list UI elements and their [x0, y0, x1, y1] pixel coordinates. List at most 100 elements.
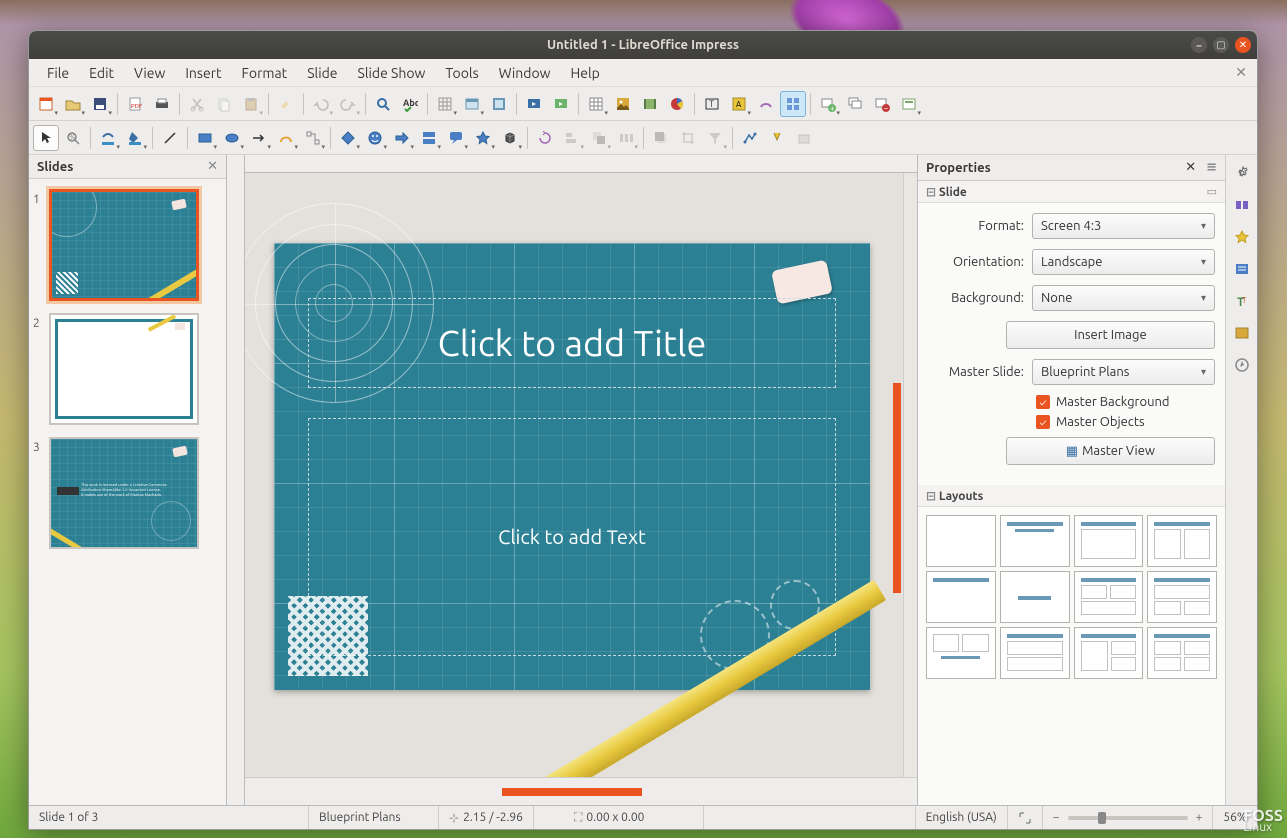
layout-title-content-2[interactable]	[1074, 515, 1144, 567]
slide-thumb-1[interactable]	[49, 189, 199, 301]
layout-title-content[interactable]	[1000, 515, 1070, 567]
menu-file[interactable]: File	[37, 61, 79, 85]
zoom-in-icon[interactable]: +	[1196, 811, 1203, 824]
points-tool[interactable]	[737, 125, 763, 151]
3d-objects-tool[interactable]	[497, 125, 523, 151]
open-button[interactable]	[60, 91, 86, 117]
flowchart-tool[interactable]	[416, 125, 442, 151]
line-tool[interactable]	[157, 125, 183, 151]
menu-window[interactable]: Window	[489, 61, 561, 85]
find-replace-button[interactable]	[370, 91, 396, 117]
callout-tool[interactable]	[443, 125, 469, 151]
insert-image-button[interactable]	[610, 91, 636, 117]
print-button[interactable]	[149, 91, 175, 117]
normal-view-tab[interactable]	[502, 788, 642, 796]
zoom-control[interactable]: − +	[1043, 806, 1214, 829]
basic-shapes-tool[interactable]	[335, 125, 361, 151]
tab-master-slides-icon[interactable]	[1230, 257, 1254, 281]
slide-canvas[interactable]: Click to add Title Click to add Text	[274, 243, 870, 690]
slide-thumb-2[interactable]	[49, 313, 199, 425]
crop-tool[interactable]	[675, 125, 701, 151]
tab-properties-icon[interactable]	[1230, 161, 1254, 185]
insert-hyperlink-button[interactable]	[780, 91, 806, 117]
sidebar-menu-icon[interactable]: ≡	[1206, 160, 1217, 175]
slide-section-more[interactable]: ▭	[1207, 185, 1217, 198]
master-slide-button[interactable]	[486, 91, 512, 117]
window-close-button[interactable]: ✕	[1235, 37, 1251, 53]
layout-two-content[interactable]	[1147, 515, 1217, 567]
zoom-slider[interactable]	[1068, 816, 1188, 820]
menu-tools[interactable]: Tools	[435, 61, 488, 85]
fit-slide-button[interactable]	[1008, 806, 1043, 829]
curve-tool[interactable]	[273, 125, 299, 151]
undo-button[interactable]	[308, 91, 334, 117]
title-placeholder[interactable]: Click to add Title	[308, 298, 836, 388]
new-slide-button[interactable]: +	[815, 91, 841, 117]
display-views-button[interactable]	[459, 91, 485, 117]
menu-help[interactable]: Help	[561, 61, 610, 85]
tab-gallery-icon[interactable]	[1230, 321, 1254, 345]
start-from-current-button[interactable]	[548, 91, 574, 117]
layout-content-2[interactable]	[1147, 571, 1217, 623]
arrange-tool[interactable]	[586, 125, 612, 151]
paste-button[interactable]	[238, 91, 264, 117]
tab-slide-transition-icon[interactable]	[1230, 193, 1254, 217]
layout-blank[interactable]	[926, 515, 996, 567]
slides-panel-close[interactable]: ✕	[207, 159, 218, 174]
horizontal-ruler[interactable]	[237, 155, 917, 173]
insert-chart-button[interactable]	[664, 91, 690, 117]
layout-12[interactable]	[1147, 627, 1217, 679]
filter-tool[interactable]	[702, 125, 728, 151]
redo-button[interactable]	[335, 91, 361, 117]
master-view-button[interactable]: ▦Master View	[1006, 437, 1215, 465]
format-select[interactable]: Screen 4:3	[1032, 213, 1215, 239]
select-tool[interactable]	[33, 125, 59, 151]
insert-av-button[interactable]	[637, 91, 663, 117]
connector-tool[interactable]	[300, 125, 326, 151]
ellipse-tool[interactable]	[219, 125, 245, 151]
duplicate-slide-button[interactable]	[842, 91, 868, 117]
menu-insert[interactable]: Insert	[175, 61, 231, 85]
orientation-select[interactable]: Landscape	[1032, 249, 1215, 275]
copy-button[interactable]	[211, 91, 237, 117]
tab-styles-icon[interactable]: TT	[1230, 289, 1254, 313]
master-objects-checkbox[interactable]: ✓ Master Objects	[1036, 415, 1215, 429]
layout-2x2[interactable]	[1074, 571, 1144, 623]
table-button[interactable]	[583, 91, 609, 117]
layout-10[interactable]	[1000, 627, 1070, 679]
master-slide-select[interactable]: Blueprint Plans	[1032, 359, 1215, 385]
block-arrows-tool[interactable]	[389, 125, 415, 151]
line-color-button[interactable]	[95, 125, 121, 151]
fill-color-button[interactable]	[122, 125, 148, 151]
zoom-out-icon[interactable]: −	[1053, 811, 1060, 824]
grid-button[interactable]	[432, 91, 458, 117]
shadow-tool[interactable]	[648, 125, 674, 151]
rotate-tool[interactable]	[532, 125, 558, 151]
insert-fontwork-button[interactable]	[753, 91, 779, 117]
new-button[interactable]	[33, 91, 59, 117]
status-lang[interactable]: English (USA)	[926, 811, 997, 824]
layout-centered[interactable]	[1000, 571, 1070, 623]
gluepoints-tool[interactable]	[764, 125, 790, 151]
export-pdf-button[interactable]: PDF	[122, 91, 148, 117]
insert-header-footer-button[interactable]: A	[726, 91, 752, 117]
slide-layout-button[interactable]	[896, 91, 922, 117]
menu-slide[interactable]: Slide	[297, 61, 347, 85]
arrow-tool[interactable]	[246, 125, 272, 151]
menu-view[interactable]: View	[124, 61, 175, 85]
save-button[interactable]	[87, 91, 113, 117]
layout-11[interactable]	[1074, 627, 1144, 679]
vertical-ruler[interactable]	[227, 155, 245, 805]
cut-button[interactable]	[184, 91, 210, 117]
menu-slideshow[interactable]: Slide Show	[348, 61, 436, 85]
clone-formatting-button[interactable]	[273, 91, 299, 117]
symbol-shapes-tool[interactable]	[362, 125, 388, 151]
delete-slide-button[interactable]: –	[869, 91, 895, 117]
layout-title-only[interactable]	[926, 571, 996, 623]
window-minimize-button[interactable]: –	[1191, 37, 1207, 53]
extrusion-tool[interactable]	[791, 125, 817, 151]
spellcheck-button[interactable]: Abc	[397, 91, 423, 117]
menu-format[interactable]: Format	[232, 61, 298, 85]
layout-9[interactable]	[926, 627, 996, 679]
start-from-first-button[interactable]	[521, 91, 547, 117]
